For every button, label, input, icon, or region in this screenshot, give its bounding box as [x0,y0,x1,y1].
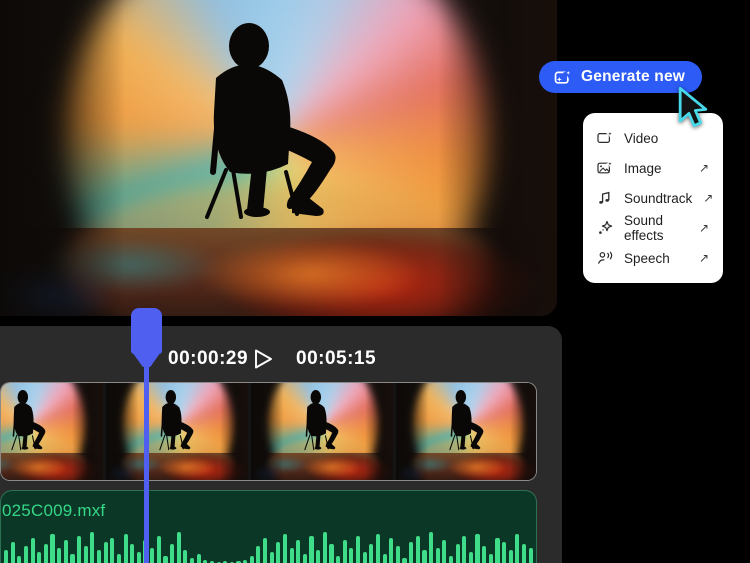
speech-person-icon [597,250,613,266]
menu-item-label: Sound effects [624,213,664,243]
timeline-thumbnail [248,383,393,480]
menu-item-sound-effects[interactable]: Sound effects ↗ [583,213,723,243]
scene-vignette [396,383,536,480]
video-track-clip[interactable] [0,382,537,481]
timeline-panel: 00:00:29 00:05:15 025C009.mxf [0,326,562,563]
video-preview[interactable] [0,0,557,316]
generate-sparkle-icon [554,67,573,84]
timeline-thumbnail [1,383,103,480]
timeline-thumbnail [393,383,536,480]
scene-vignette [0,0,557,316]
soundtrack-note-icon [597,190,613,206]
preview-scene [1,383,103,480]
app-stage: Generate new Video Image ↗ Soundtrack ↗ … [0,0,750,563]
preview-scene [251,383,393,480]
playhead-handle[interactable] [131,308,162,368]
current-time: 00:00:29 [168,348,249,369]
generate-dropdown-menu: Video Image ↗ Soundtrack ↗ Sound effects… [583,113,723,283]
timeline-thumbnail [103,383,248,480]
preview-scene [106,383,248,480]
external-link-arrow-icon: ↗ [698,161,709,175]
menu-item-speech[interactable]: Speech ↗ [583,243,723,273]
generate-new-label: Generate new [581,68,686,85]
video-generate-icon [597,130,613,146]
menu-item-soundtrack[interactable]: Soundtrack ↗ [583,183,723,213]
preview-scene [396,383,536,480]
menu-item-image[interactable]: Image ↗ [583,153,723,183]
menu-item-label: Soundtrack [624,190,693,206]
external-link-arrow-icon: ↗ [698,251,709,265]
image-generate-icon [597,160,613,176]
preview-scene [0,0,557,316]
external-link-arrow-icon: ↗ [698,221,709,235]
external-link-arrow-icon: ↗ [703,191,714,205]
menu-item-label: Speech [624,250,670,266]
total-duration: 00:05:15 [296,348,377,369]
audio-track-clip[interactable]: 025C009.mxf [0,490,537,563]
menu-item-label: Video [624,130,659,146]
scene-vignette [1,383,103,480]
menu-item-label: Image [624,160,662,176]
play-button[interactable] [251,347,275,371]
waveform [4,529,533,563]
mouse-cursor-icon [678,86,708,128]
sound-effects-sparkle-icon [597,220,613,236]
scene-vignette [251,383,393,480]
play-outline-icon [255,349,272,369]
audio-clip-filename: 025C009.mxf [2,501,106,520]
scene-vignette [106,383,248,480]
